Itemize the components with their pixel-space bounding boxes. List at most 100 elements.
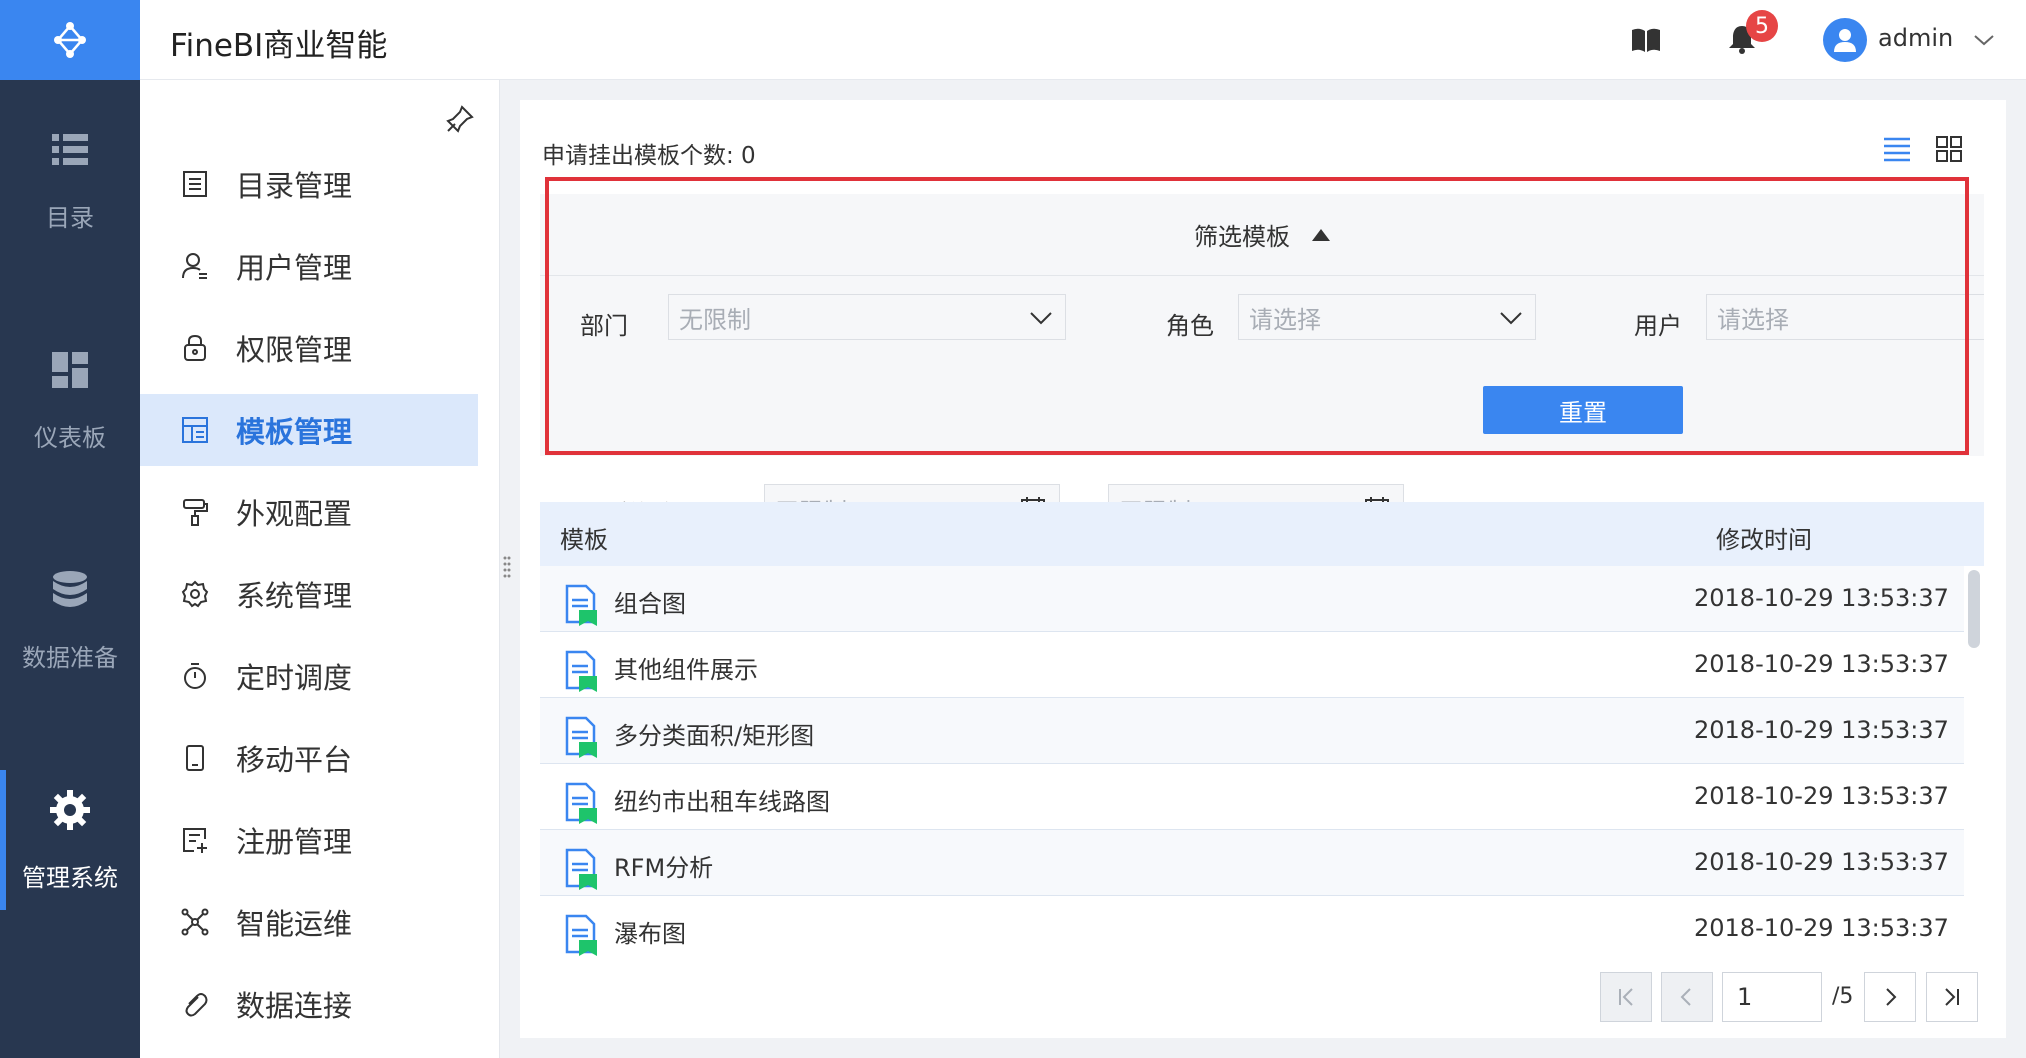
role-select[interactable]: 请选择 [1238,294,1536,340]
nav-item-scheduler[interactable]: 定时调度 [140,640,478,712]
table-row[interactable]: 其他组件展示 2018-10-29 13:53:37 [540,632,1964,698]
mobile-icon [186,745,204,771]
template-file-icon [565,914,597,956]
modified-time: 2018-10-29 13:53:37 [1694,848,1949,876]
database-icon [53,570,87,607]
table-row[interactable]: 组合图 2018-10-29 13:53:37 [540,566,1964,632]
nav-item-registration[interactable]: 注册管理 [140,804,478,876]
pin-icon[interactable] [445,104,475,134]
chevron-down-icon[interactable] [1972,30,1996,50]
list-icon [52,133,88,165]
user-avatar-icon [1834,29,1856,52]
user-select[interactable]: 请选择 [1706,294,1984,340]
nav-item-ops[interactable]: 智能运维 [140,886,478,958]
panel-resize-handle[interactable] [503,555,511,579]
top-header: FineBI商业智能 5 admin [140,0,2026,80]
admin-subnav: 目录管理 用户管理 权限管理 模板管理 外观配置 系统管理 定时调度 移动平台 … [140,80,500,1058]
table-header: 模板 修改时间 [540,502,1984,566]
template-file-icon [565,584,597,626]
nav-label: 定时调度 [236,661,353,695]
dept-select[interactable]: 无限制 [668,294,1066,340]
timer-icon [184,663,206,689]
nav-label: 系统管理 [236,579,353,613]
nav-label: 注册管理 [236,825,353,859]
table-row[interactable]: 瀑布图 2018-10-29 13:53:37 [540,896,1964,962]
nav-label: 用户管理 [236,251,353,285]
prev-page-button[interactable] [1661,972,1713,1022]
template-name: 多分类面积/矩形图 [614,722,815,750]
table-row[interactable]: 多分类面积/矩形图 2018-10-29 13:53:37 [540,698,1964,764]
nav-item-mobile-platform[interactable]: 移动平台 [140,722,478,794]
network-icon [181,908,209,936]
table-row[interactable]: RFM分析 2018-10-29 13:53:37 [540,830,1964,896]
paint-roller-icon [183,499,208,526]
modified-time: 2018-10-29 13:53:37 [1694,584,1949,612]
chevron-right-icon [1886,988,1897,1006]
template-file-icon [565,716,597,758]
modified-time: 2018-10-29 13:53:37 [1694,782,1949,810]
first-page-icon [1619,988,1633,1006]
user-select-placeholder: 请选择 [1717,305,1789,334]
template-file-icon [565,782,597,824]
list-view-icon[interactable] [1882,134,1912,164]
template-name: 其他组件展示 [614,656,758,684]
column-header-template[interactable]: 模板 [560,520,608,555]
rail-label-data-prep: 数据准备 [22,643,118,672]
nav-label: 目录管理 [236,169,353,203]
template-file-icon [565,650,597,692]
modified-time: 2018-10-29 13:53:37 [1694,716,1949,744]
nav-label: 智能运维 [236,907,353,941]
template-management-panel: 申请挂出模板个数: 0 筛选模板 部门 无限制 角色 请选择 用户 请选择 最近… [520,100,2006,1038]
table-scrollbar[interactable] [1968,570,1980,648]
book-icon[interactable] [1630,24,1662,56]
chevron-down-icon [1030,312,1052,325]
first-page-button[interactable] [1600,972,1652,1022]
modified-time: 2018-10-29 13:53:37 [1694,914,1949,942]
nav-item-data-connection[interactable]: 数据连接 [140,968,478,1040]
template-name: 组合图 [614,590,686,618]
rail-item-data-prep[interactable]: 数据准备 [0,530,140,710]
filter-toggle[interactable]: 筛选模板 [540,194,1984,276]
template-name: RFM分析 [614,854,714,882]
rail-item-dashboard[interactable]: 仪表板 [0,310,140,490]
caret-up-icon [1312,228,1330,241]
column-header-modified-time[interactable]: 修改时间 [1716,520,1812,555]
nav-item-permission-mgmt[interactable]: 权限管理 [140,312,478,384]
user-label: 用户 [1634,312,1682,340]
role-select-placeholder: 请选择 [1249,305,1321,334]
nav-item-catalog-mgmt[interactable]: 目录管理 [140,148,478,220]
chevron-left-icon [1680,988,1691,1006]
filter-title: 筛选模板 [1194,223,1290,251]
last-page-button[interactable] [1926,972,1978,1022]
catalog-icon [183,171,207,197]
last-page-icon [1945,988,1959,1006]
next-page-button[interactable] [1864,972,1916,1022]
nav-label: 移动平台 [236,743,353,777]
role-label: 角色 [1166,312,1214,340]
template-icon [182,417,208,443]
link-icon [185,993,208,1017]
register-icon [183,828,207,853]
dept-select-value: 无限制 [679,305,751,334]
settings-icon [181,580,209,608]
user-name[interactable]: admin [1878,24,1953,52]
filter-panel: 筛选模板 部门 无限制 角色 请选择 用户 请选择 最近修改日期 无限制 - [540,194,1984,534]
nav-item-user-mgmt[interactable]: 用户管理 [140,230,478,302]
nav-item-template-mgmt[interactable]: 模板管理 [140,394,478,466]
nav-label: 权限管理 [236,333,353,367]
dept-label: 部门 [580,312,628,340]
reset-button[interactable]: 重置 [1483,386,1683,434]
template-file-icon [565,848,597,890]
rail-item-admin-system[interactable]: 管理系统 [0,750,140,930]
app-logo[interactable] [0,0,140,80]
logo-icon [54,22,86,58]
grid-view-icon[interactable] [1934,134,1964,164]
rail-label-catalog: 目录 [46,203,94,232]
nav-label: 外观配置 [236,497,353,531]
table-row[interactable]: 纽约市出租车线路图 2018-10-29 13:53:37 [540,764,1964,830]
page-number-input[interactable] [1722,972,1822,1022]
rail-item-catalog[interactable]: 目录 [0,90,140,270]
nav-item-appearance[interactable]: 外观配置 [140,476,478,548]
avatar[interactable] [1823,18,1867,62]
nav-item-system-mgmt[interactable]: 系统管理 [140,558,478,630]
